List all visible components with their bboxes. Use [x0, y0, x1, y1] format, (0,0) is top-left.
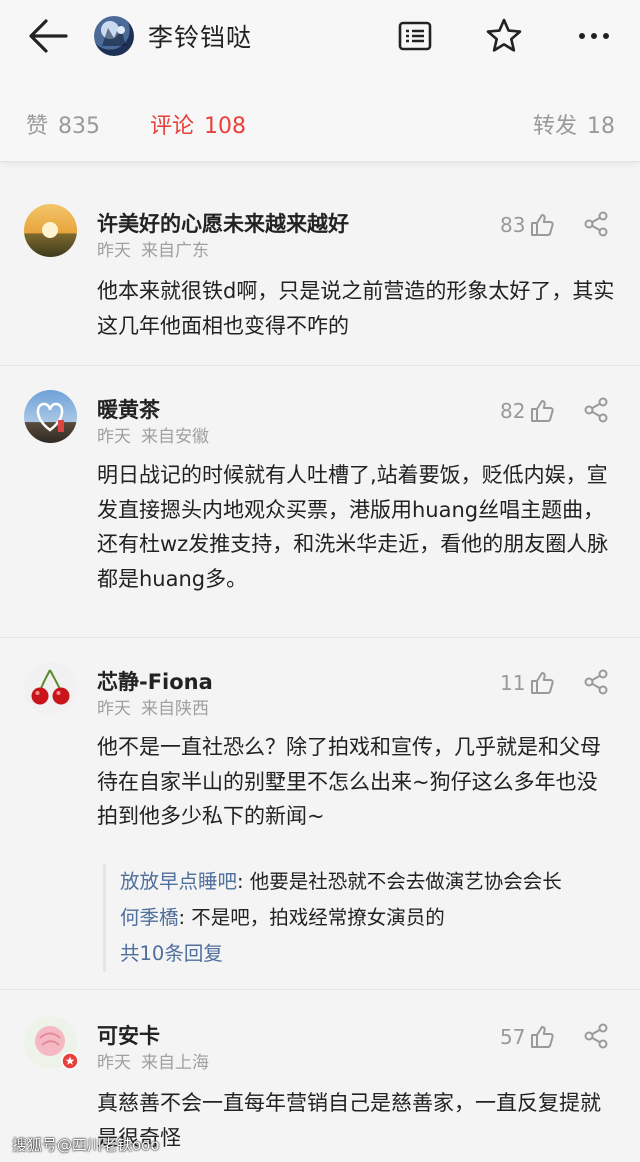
stats-tabs: 赞 835 评论 108 转发 18 [0, 72, 640, 162]
star-icon[interactable] [482, 14, 526, 58]
thumbs-up-icon [531, 214, 555, 236]
reply-item: 何季橋: 不是吧，拍戏经常撩女演员的 [120, 900, 623, 936]
comment-item: 芯静-Fiona 昨天 来自陕西 11 他不是一直社恐么？除了拍戏和宣传，几乎就是… [0, 638, 640, 990]
watermark: 搜狐号@四川老铁ooo [12, 1136, 160, 1154]
like-button[interactable]: 11 [500, 670, 555, 696]
reply-author[interactable]: 放放早点睡吧 [120, 870, 237, 893]
comment-text: 他不是一直社恐么？除了拍戏和宣传，几乎就是和父母待在自家半山的别墅里不怎么出来~… [97, 735, 601, 828]
like-button[interactable]: 57 [500, 1024, 555, 1050]
comment-source: 来自上海 [141, 1053, 209, 1073]
reply-text: : 他要是社恐就不会去做演艺协会会长 [237, 870, 562, 893]
tab-likes-label: 赞 [26, 114, 49, 139]
reply-text: : 不是吧，拍戏经常撩女演员的 [178, 906, 445, 929]
avatar[interactable] [24, 662, 77, 715]
avatar[interactable] [24, 390, 77, 443]
comment-meta: 昨天 来自上海 [97, 1048, 209, 1073]
tab-likes-count: 835 [58, 114, 101, 139]
like-button[interactable]: 83 [500, 212, 555, 238]
tab-likes[interactable]: 赞 835 [26, 108, 100, 140]
reply-item: 放放早点睡吧: 他要是社恐就不会去做演艺协会会长 [120, 864, 623, 900]
comment-time: 昨天 [97, 699, 131, 719]
page-title: 李铃铛哒 [148, 23, 253, 52]
comment-text: 他本来就很铁d啊，只是说之前营造的形象太好了，其实这几年他面相也变得不咋的 [97, 279, 615, 338]
tab-reposts-count: 18 [587, 114, 616, 139]
comment-time: 昨天 [97, 427, 131, 447]
reply-author[interactable]: 何季橋 [120, 906, 179, 929]
verified-badge-icon [61, 1052, 79, 1070]
comment-text: 真慈善不会一直每年营销自己是慈善家，一直反复提就是很奇怪 [97, 1091, 601, 1150]
comment-meta: 昨天 来自陕西 [97, 694, 209, 719]
top-bar: 李铃铛哒 [0, 0, 640, 72]
avatar[interactable] [24, 1016, 79, 1070]
share-icon[interactable] [582, 396, 610, 424]
tab-reposts[interactable]: 转发 18 [533, 108, 615, 140]
thumbs-up-icon [531, 1026, 555, 1048]
reply-list: 放放早点睡吧: 他要是社恐就不会去做演艺协会会长 何季橋: 不是吧，拍戏经常撩女… [103, 864, 623, 972]
avatar[interactable] [24, 204, 77, 257]
comment-author[interactable]: 可安卡 [97, 1020, 160, 1050]
comment-time: 昨天 [97, 241, 131, 261]
comment-meta: 昨天 来自安徽 [97, 422, 209, 447]
share-icon[interactable] [582, 210, 610, 238]
tab-comments-label: 评论 [150, 114, 195, 139]
back-arrow-icon[interactable] [26, 16, 70, 56]
comment-item: 许美好的心愿未来越来越好 昨天 来自广东 83 他本来就很铁d啊，只是说之前营造的… [0, 180, 640, 366]
thumbs-up-icon [531, 672, 555, 694]
like-count: 11 [500, 671, 526, 695]
comment-text: 明日战记的时候就有人吐槽了,站着要饭，贬低内娱，宣发直接摁头内地观众买票，港版用… [97, 463, 609, 591]
like-count: 83 [500, 213, 526, 237]
comment-item: 暖黄茶 昨天 来自安徽 82 明日战记的时候就有人吐槽了,站着要饭，贬低内娱，宣发… [0, 366, 640, 638]
comment-time: 昨天 [97, 1053, 131, 1073]
comment-source: 来自安徽 [141, 427, 209, 447]
tab-comments[interactable]: 评论 108 [150, 108, 246, 140]
comment-source: 来自广东 [141, 241, 209, 261]
tab-comments-count: 108 [204, 114, 247, 139]
more-icon[interactable] [572, 14, 616, 58]
avatar[interactable] [94, 16, 134, 56]
more-replies-link[interactable]: 共10条回复 [120, 936, 623, 972]
like-button[interactable]: 82 [500, 398, 555, 424]
share-icon[interactable] [582, 1022, 610, 1050]
document-icon[interactable] [393, 14, 437, 58]
like-count: 57 [500, 1025, 526, 1049]
share-icon[interactable] [582, 668, 610, 696]
tab-reposts-label: 转发 [533, 114, 578, 139]
comment-author[interactable]: 许美好的心愿未来越来越好 [97, 208, 349, 238]
thumbs-up-icon [531, 400, 555, 422]
comment-author[interactable]: 暖黄茶 [97, 394, 160, 424]
comment-source: 来自陕西 [141, 699, 209, 719]
comment-author[interactable]: 芯静-Fiona [97, 666, 213, 696]
comment-meta: 昨天 来自广东 [97, 236, 209, 261]
like-count: 82 [500, 399, 526, 423]
